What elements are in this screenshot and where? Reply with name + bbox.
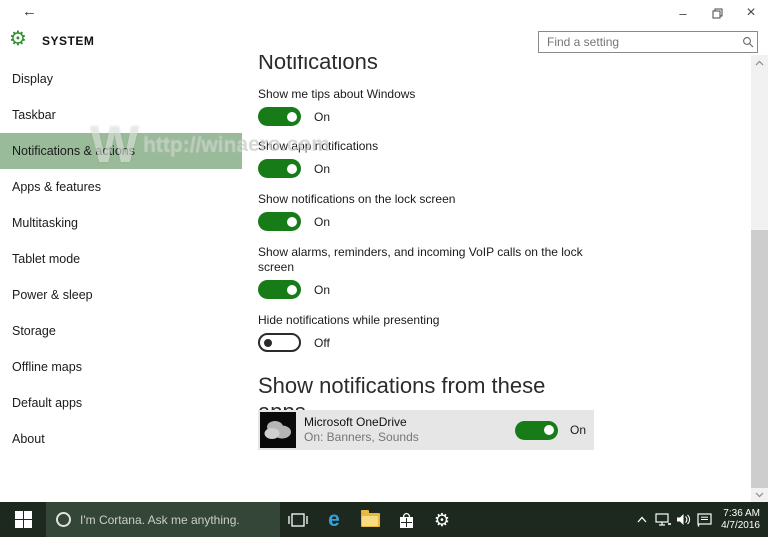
title-bar: ← – ×: [0, 0, 768, 26]
section-heading-notifications: Notifications: [258, 55, 378, 74]
toggle-switch-onedrive[interactable]: [514, 420, 558, 440]
header: ⚙ SYSTEM: [0, 26, 768, 55]
sidebar-item-default-apps[interactable]: Default apps: [0, 385, 242, 421]
search-input[interactable]: [539, 35, 739, 49]
sidebar-item-power-sleep[interactable]: Power & sleep: [0, 277, 242, 313]
taskbar: e ⚙: [0, 502, 768, 537]
tray-chevron-up-icon[interactable]: [631, 516, 652, 523]
action-center-icon[interactable]: [694, 512, 715, 527]
toggle-alarms-voip[interactable]: On: [258, 280, 330, 299]
sidebar-item-label: Storage: [12, 324, 56, 338]
app-row-onedrive[interactable]: Microsoft OneDrive On: Banners, Sounds O…: [258, 410, 594, 450]
sidebar-item-label: Tablet mode: [12, 252, 81, 266]
setting-label: Hide notifications while presenting: [258, 313, 440, 327]
sidebar-item-storage[interactable]: Storage: [0, 313, 242, 349]
sidebar-item-offline-maps[interactable]: Offline maps: [0, 349, 242, 385]
sidebar-item-label: About: [12, 432, 45, 446]
sidebar-item-label: Taskbar: [12, 108, 56, 122]
window-controls: – ×: [666, 0, 768, 26]
edge-icon: e: [328, 508, 340, 531]
setting-label: Show notifications on the lock screen: [258, 192, 456, 206]
sidebar-item-notifications-actions[interactable]: Notifications & actions: [0, 133, 242, 169]
edge-button[interactable]: e: [316, 502, 352, 537]
search-icon: [739, 36, 757, 48]
sidebar-item-tablet-mode[interactable]: Tablet mode: [0, 241, 242, 277]
windows-logo-icon: [14, 511, 32, 528]
settings-button[interactable]: ⚙: [424, 502, 460, 537]
sidebar-item-about[interactable]: About: [0, 421, 242, 457]
toggle-switch[interactable]: [258, 107, 301, 126]
setting-label: Show alarms, reminders, and incoming VoI…: [258, 245, 583, 274]
start-button[interactable]: [0, 502, 46, 537]
scroll-down-icon[interactable]: [751, 487, 768, 502]
task-view-button[interactable]: [280, 502, 316, 537]
toggle-state-label: On: [314, 282, 331, 297]
toggle-app-notifications[interactable]: On: [258, 159, 330, 178]
sidebar-item-label: Offline maps: [12, 360, 82, 374]
sidebar-item-label: Apps & features: [12, 180, 101, 194]
volume-icon[interactable]: [673, 513, 694, 526]
toggle-switch[interactable]: [258, 212, 301, 231]
scroll-thumb[interactable]: [751, 230, 768, 488]
sidebar-item-display[interactable]: Display: [0, 61, 242, 97]
sidebar-item-label: Multitasking: [12, 216, 78, 230]
file-explorer-button[interactable]: [352, 502, 388, 537]
toggle-switch[interactable]: [258, 280, 301, 299]
sidebar-item-label: Display: [12, 72, 53, 86]
app-name: Microsoft OneDrive: [304, 415, 407, 429]
settings-window: ← – × ⚙ SYSTEM Display Taskbar Notificat…: [0, 0, 768, 537]
onedrive-icon: [260, 412, 296, 448]
toggle-hide-while-presenting[interactable]: Off: [258, 333, 330, 352]
find-a-setting-searchbox[interactable]: [538, 31, 758, 53]
sidebar-item-label: Power & sleep: [12, 288, 93, 302]
cortana-input[interactable]: [71, 512, 280, 527]
scroll-up-icon[interactable]: [751, 55, 768, 70]
clock-time: 7:36 AM: [723, 507, 760, 519]
toggle-state-label: On: [314, 214, 331, 229]
settings-gear-icon: ⚙: [433, 509, 451, 530]
clock-date: 4/7/2016: [721, 519, 760, 531]
toggle-state-label: On: [569, 423, 586, 437]
minimize-icon[interactable]: –: [666, 0, 700, 26]
system-tray: 7:36 AM 4/7/2016: [631, 502, 768, 537]
vertical-scrollbar[interactable]: [751, 55, 768, 502]
folder-icon: [360, 509, 380, 527]
setting-label: Show app notifications: [258, 139, 379, 153]
sidebar-item-apps-features[interactable]: Apps & features: [0, 169, 242, 205]
toggle-show-tips[interactable]: On: [258, 107, 330, 126]
restore-icon[interactable]: [700, 0, 734, 26]
app-notification-detail: On: Banners, Sounds: [304, 430, 419, 444]
toggle-state-label: On: [314, 161, 331, 176]
sidebar-item-multitasking[interactable]: Multitasking: [0, 205, 242, 241]
app-meta: Microsoft OneDrive On: Banners, Sounds: [304, 415, 515, 445]
system-gear-icon: ⚙: [9, 28, 27, 50]
toggle-state-label: On: [314, 109, 331, 124]
store-button[interactable]: [388, 502, 424, 537]
page-title: SYSTEM: [42, 34, 95, 48]
sidebar-item-taskbar[interactable]: Taskbar: [0, 97, 242, 133]
sidebar-item-label: Default apps: [12, 396, 83, 410]
toggle-lock-screen-notifications[interactable]: On: [258, 212, 330, 231]
back-icon[interactable]: ←: [22, 3, 37, 20]
setting-label: Show me tips about Windows: [258, 87, 416, 101]
taskbar-clock[interactable]: 7:36 AM 4/7/2016: [721, 508, 760, 532]
network-icon[interactable]: [652, 513, 673, 526]
toggle-switch[interactable]: [258, 333, 301, 352]
sidebar-item-label: Notifications & actions: [12, 144, 135, 158]
toggle-switch[interactable]: [258, 159, 301, 178]
content-area: Display Taskbar Notifications & actions …: [0, 55, 768, 502]
cortana-icon: [56, 512, 71, 527]
close-icon[interactable]: ×: [734, 0, 768, 26]
cortana-search[interactable]: [46, 502, 280, 537]
toggle-state-label: Off: [314, 335, 330, 350]
